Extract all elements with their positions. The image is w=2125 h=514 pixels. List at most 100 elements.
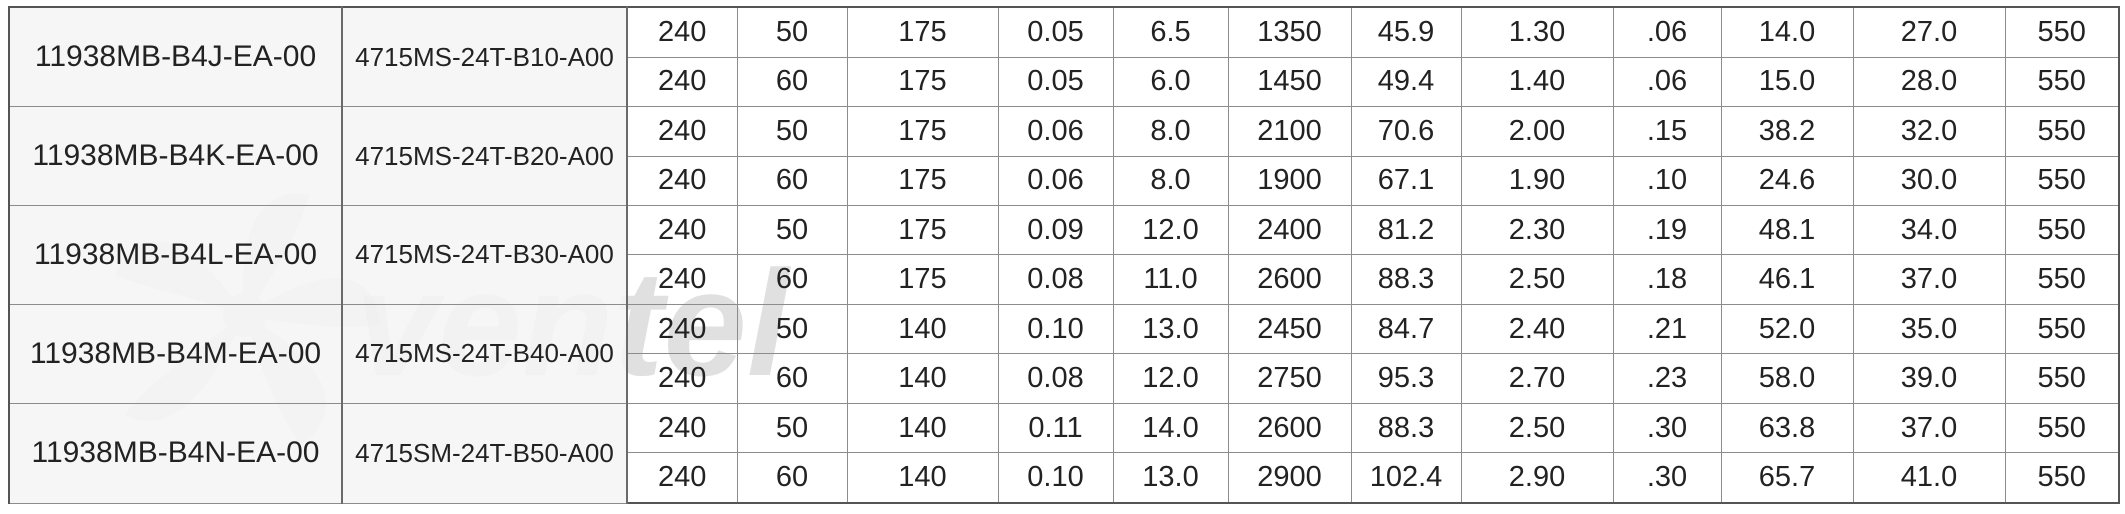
table-cell: 27.0 xyxy=(1852,5,2006,58)
table-cell: 550 xyxy=(2004,106,2120,157)
table-cell: 550 xyxy=(2004,5,2120,58)
table-cell: 6.0 xyxy=(1112,56,1229,108)
table-cell: 0.09 xyxy=(997,205,1114,256)
table-cell: 45.9 xyxy=(1350,5,1462,58)
table-cell: .06 xyxy=(1612,56,1722,108)
table-cell: 6.5 xyxy=(1112,5,1229,58)
table-cell: 175 xyxy=(846,106,999,157)
table-cell: 550 xyxy=(2004,205,2120,256)
table-cell: 1.40 xyxy=(1460,56,1614,108)
table-cell: 140 xyxy=(846,402,999,454)
table-cell: 2600 xyxy=(1227,402,1352,454)
table-cell: .30 xyxy=(1612,452,1722,505)
table-cell: 2600 xyxy=(1227,254,1352,305)
table-cell: 2900 xyxy=(1227,452,1352,505)
table-cell: 8.0 xyxy=(1112,106,1229,157)
spec-table-body: 11938MB-B4J-EA-00 4715MS-24T-B10-A00 240 50… xyxy=(8,5,2120,505)
table-cell: 39.0 xyxy=(1852,353,2006,404)
table-cell: 175 xyxy=(846,155,999,207)
table-cell: 2750 xyxy=(1227,353,1352,404)
table-cell: 240 xyxy=(626,106,738,157)
model-number-cell: 11938MB-B4L-EA-00 xyxy=(8,205,343,305)
table-cell: 0.08 xyxy=(997,254,1114,305)
table-cell: 2.30 xyxy=(1460,205,1614,256)
table-cell: 60 xyxy=(736,56,848,108)
table-cell: 34.0 xyxy=(1852,205,2006,256)
table-cell: 12.0 xyxy=(1112,353,1229,404)
table-cell: 65.7 xyxy=(1720,452,1854,505)
table-cell: 175 xyxy=(846,56,999,108)
table-cell: 0.06 xyxy=(997,106,1114,157)
table-cell: 63.8 xyxy=(1720,402,1854,454)
table-cell: .15 xyxy=(1612,106,1722,157)
table-cell: 175 xyxy=(846,254,999,305)
table-cell: 240 xyxy=(626,353,738,404)
table-cell: 49.4 xyxy=(1350,56,1462,108)
table-cell: .18 xyxy=(1612,254,1722,305)
table-cell: 60 xyxy=(736,452,848,505)
table-cell: 240 xyxy=(626,303,738,355)
model-number-cell: 11938MB-B4M-EA-00 xyxy=(8,303,343,404)
part-number-cell: 4715SM-24T-B50-A00 xyxy=(341,402,628,504)
table-cell: 1900 xyxy=(1227,155,1352,207)
table-cell: 14.0 xyxy=(1720,5,1854,58)
table-cell: 81.2 xyxy=(1350,205,1462,256)
table-cell: 1.90 xyxy=(1460,155,1614,207)
table-cell: 95.3 xyxy=(1350,353,1462,404)
table-cell: .10 xyxy=(1612,155,1722,207)
table-cell: 24.6 xyxy=(1720,155,1854,207)
table-cell: 2.50 xyxy=(1460,402,1614,454)
table-cell: 0.10 xyxy=(997,452,1114,505)
spec-table: 11938MB-B4J-EA-00 4715MS-24T-B10-A00 240 50… xyxy=(8,5,2120,505)
table-row: 11938MB-B4K-EA-00 4715MS-24T-B20-A00 240 50… xyxy=(8,106,2120,207)
table-cell: 60 xyxy=(736,155,848,207)
table-cell: 550 xyxy=(2004,452,2120,505)
table-cell: 550 xyxy=(2004,155,2120,207)
table-cell: 550 xyxy=(2004,56,2120,108)
table-cell: 88.3 xyxy=(1350,254,1462,305)
table-cell: 1350 xyxy=(1227,5,1352,58)
table-cell: 15.0 xyxy=(1720,56,1854,108)
table-cell: 102.4 xyxy=(1350,452,1462,505)
table-row: 11938MB-B4J-EA-00 4715MS-24T-B10-A00 240 50… xyxy=(8,5,2120,108)
table-cell: 38.2 xyxy=(1720,106,1854,157)
table-cell: 84.7 xyxy=(1350,303,1462,355)
table-cell: 50 xyxy=(736,5,848,58)
spec-page: ventel 11938MB-B4J-EA-004715MS-24T-B10-A… xyxy=(0,0,2125,514)
table-cell: 140 xyxy=(846,353,999,404)
table-cell: 240 xyxy=(626,5,738,58)
table-cell: 0.11 xyxy=(997,402,1114,454)
table-cell: 1450 xyxy=(1227,56,1352,108)
table-cell: .21 xyxy=(1612,303,1722,355)
model-number-cell: 11938MB-B4N-EA-00 xyxy=(8,402,343,504)
table-cell: 11.0 xyxy=(1112,254,1229,305)
table-cell: 30.0 xyxy=(1852,155,2006,207)
table-cell: 13.0 xyxy=(1112,303,1229,355)
table-cell: 550 xyxy=(2004,303,2120,355)
table-cell: 175 xyxy=(846,5,999,58)
table-cell: 1.30 xyxy=(1460,5,1614,58)
table-cell: 37.0 xyxy=(1852,402,2006,454)
table-cell: 32.0 xyxy=(1852,106,2006,157)
table-cell: 2.00 xyxy=(1460,106,1614,157)
part-number-cell: 4715MS-24T-B40-A00 xyxy=(341,303,628,404)
table-cell: 2.40 xyxy=(1460,303,1614,355)
table-cell: 2.70 xyxy=(1460,353,1614,404)
table-cell: 41.0 xyxy=(1852,452,2006,505)
table-cell: 140 xyxy=(846,303,999,355)
model-number-cell: 11938MB-B4K-EA-00 xyxy=(8,106,343,207)
table-cell: 240 xyxy=(626,254,738,305)
table-cell: 550 xyxy=(2004,254,2120,305)
table-cell: 2.50 xyxy=(1460,254,1614,305)
table-cell: 240 xyxy=(626,56,738,108)
table-cell: 240 xyxy=(626,452,738,505)
table-cell: 0.06 xyxy=(997,155,1114,207)
table-cell: 240 xyxy=(626,205,738,256)
table-cell: 50 xyxy=(736,205,848,256)
table-cell: 46.1 xyxy=(1720,254,1854,305)
table-cell: 2450 xyxy=(1227,303,1352,355)
model-number-cell: 11938MB-B4J-EA-00 xyxy=(8,6,343,108)
part-number-cell: 4715MS-24T-B10-A00 xyxy=(341,6,628,108)
table-cell: 52.0 xyxy=(1720,303,1854,355)
table-cell: .23 xyxy=(1612,353,1722,404)
